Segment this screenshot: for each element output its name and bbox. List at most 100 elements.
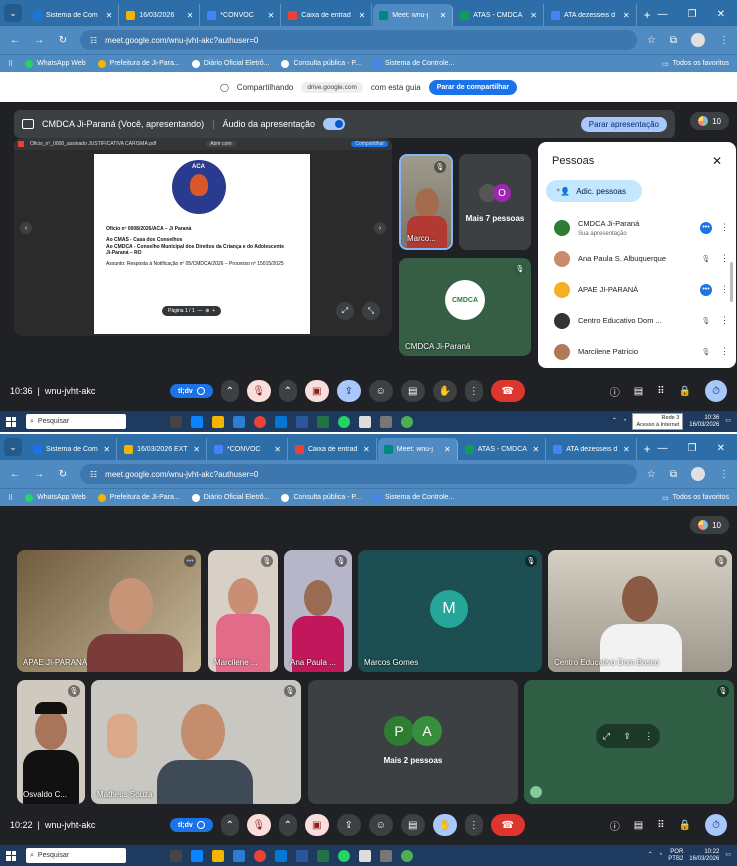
- chrome-icon[interactable]: [254, 415, 266, 428]
- browser-tab[interactable]: 16/03/2026 EXT ✕: [118, 438, 207, 460]
- minimize-icon[interactable]: —: [658, 443, 668, 454]
- tab-search-button[interactable]: ⌄: [4, 438, 22, 456]
- apps-icon[interactable]: ⠿: [8, 60, 13, 68]
- add-people-button[interactable]: ⁺👤 Adic. pessoas: [546, 180, 642, 202]
- chrome-icon[interactable]: [401, 849, 413, 862]
- unpin-icon[interactable]: ⤢: [336, 302, 354, 320]
- stop-presenting-button[interactable]: Parar apresentação: [580, 116, 667, 132]
- excel-icon[interactable]: [317, 849, 329, 862]
- participant-counter[interactable]: 10: [690, 516, 729, 534]
- maximize-icon[interactable]: ❐: [688, 9, 697, 20]
- close-icon[interactable]: ✕: [274, 445, 281, 454]
- reload-icon[interactable]: ↻: [56, 469, 70, 480]
- people-row[interactable]: CMDCA Ji-Paraná Sua apresentação ••• ⋮: [538, 212, 736, 243]
- raise-hand-icon[interactable]: ✋: [432, 814, 457, 836]
- bookmark-star-icon[interactable]: ☆: [647, 35, 656, 46]
- emoji-icon[interactable]: ☺: [368, 814, 393, 836]
- bookmark-item[interactable]: Diário Oficial Eletrô...: [191, 493, 269, 502]
- present-button[interactable]: ⇪: [336, 814, 361, 836]
- participant-tile-marcos[interactable]: M 🎙 Marcos Gomes: [358, 550, 542, 672]
- bookmark-item[interactable]: Diário Oficial Eletrô...: [191, 59, 269, 68]
- browser-tab[interactable]: Caixa de entrad ✕: [289, 438, 377, 460]
- more-options-icon[interactable]: ⋮: [720, 284, 729, 295]
- self-view-tile[interactable]: ⤢ ⇪ ⋮ 🎙: [524, 680, 734, 804]
- profile-avatar[interactable]: [691, 33, 705, 47]
- activities-icon[interactable]: ⠿: [657, 386, 664, 397]
- host-controls-icon[interactable]: ⏱: [705, 380, 727, 402]
- open-with-button[interactable]: Abrir com: [206, 141, 236, 147]
- close-icon[interactable]: ✕: [533, 445, 540, 454]
- browser-tab[interactable]: 16/03/2026 ✕: [120, 4, 201, 26]
- task-view-icon[interactable]: [170, 849, 182, 862]
- close-icon[interactable]: ✕: [268, 11, 275, 20]
- network-icon[interactable]: ◔: [623, 418, 627, 425]
- close-icon[interactable]: ✕: [623, 11, 630, 20]
- volume-icon[interactable]: ◔: [659, 852, 663, 859]
- back-icon[interactable]: ←: [8, 469, 22, 480]
- participant-tile-centro[interactable]: 🎙 Centro Educativo Dom Bosco: [548, 550, 732, 672]
- bookmark-item[interactable]: Consulta pública - P...: [281, 493, 361, 502]
- windows-start-icon[interactable]: [6, 416, 16, 427]
- bookmark-item[interactable]: Sistema de Controle...: [373, 59, 454, 68]
- menu-icon[interactable]: ⋮: [719, 35, 729, 46]
- taskbar-search[interactable]: ⌕ Pesquisar: [26, 848, 126, 863]
- chat-icon[interactable]: ▤: [634, 386, 643, 397]
- reload-icon[interactable]: ↻: [56, 35, 70, 46]
- browser-tab[interactable]: ATA dezesseis d ✕: [547, 438, 637, 460]
- audio-options-icon[interactable]: ⌃: [220, 380, 239, 402]
- chrome-icon[interactable]: [401, 415, 413, 428]
- captions-icon[interactable]: ▤: [400, 380, 425, 402]
- participant-tile-marcilene[interactable]: 🎙 Marcilene ...: [208, 550, 278, 672]
- share-button[interactable]: Compartilhar: [351, 141, 388, 147]
- whatsapp-icon[interactable]: [338, 849, 350, 862]
- task-view-icon[interactable]: [170, 415, 182, 428]
- activities-icon[interactable]: ⠿: [657, 820, 664, 831]
- leave-call-button[interactable]: ☎: [490, 814, 525, 836]
- browser-tab[interactable]: ATAS - CMDCA ✕: [459, 438, 547, 460]
- tray-arrow-icon[interactable]: ⌃: [612, 418, 617, 425]
- new-tab-button[interactable]: +: [638, 442, 657, 456]
- bookmark-star-icon[interactable]: ☆: [647, 469, 656, 480]
- close-icon[interactable]: ✕: [623, 445, 630, 454]
- lock-icon[interactable]: 🔒: [679, 386, 691, 397]
- participant-tile-apae[interactable]: ••• APAE JI-PARANÁ: [17, 550, 201, 672]
- participant-tile-marco[interactable]: 🎙 Marco...: [399, 154, 453, 250]
- maximize-icon[interactable]: ❐: [688, 443, 697, 454]
- fullscreen-icon[interactable]: ⤢: [603, 731, 610, 742]
- app-icon[interactable]: [359, 415, 371, 428]
- captions-icon[interactable]: ▤: [400, 814, 425, 836]
- close-icon[interactable]: ✕: [440, 11, 447, 20]
- browser-tab[interactable]: Sistema de Com ✕: [27, 4, 120, 26]
- pin-icon[interactable]: ⇪: [623, 731, 631, 742]
- video-options-icon[interactable]: ⌃: [278, 814, 297, 836]
- leave-call-button[interactable]: ☎: [490, 380, 525, 402]
- tab-search-button[interactable]: ⌄: [4, 4, 22, 22]
- browser-tab-active[interactable]: Meet: wnu-j ✕: [377, 438, 458, 460]
- address-bar[interactable]: ☷ meet.google.com/wnu-jvht-akc?authuser=…: [80, 464, 637, 484]
- more-options-icon[interactable]: ⋮: [644, 731, 653, 742]
- browser-tab[interactable]: *CONVOC ✕: [201, 4, 282, 26]
- tldv-button[interactable]: tl;dv: [170, 384, 213, 398]
- edge-icon[interactable]: [191, 849, 203, 862]
- notification-icon[interactable]: ▭: [725, 418, 731, 425]
- bookmark-item[interactable]: WhatsApp Web: [25, 59, 86, 68]
- next-page-icon[interactable]: ›: [374, 222, 386, 234]
- profile-avatar[interactable]: [691, 467, 705, 481]
- extensions-icon[interactable]: ⧉: [670, 35, 677, 46]
- browser-tab[interactable]: *CONVOC ✕: [208, 438, 288, 460]
- close-icon[interactable]: ✕: [103, 445, 110, 454]
- participant-tile-anapaula[interactable]: 🎙 Ana Paula ...: [284, 550, 352, 672]
- bookmark-item[interactable]: Prefeitura de Ji-Para...: [97, 59, 180, 68]
- people-row[interactable]: Marcilene Patrício 🎙 ⋮: [538, 336, 736, 367]
- chrome-icon[interactable]: [254, 849, 266, 862]
- mic-off-button[interactable]: 🎙: [246, 380, 271, 402]
- more-options-icon[interactable]: ⋮: [720, 222, 729, 233]
- more-options-icon[interactable]: ⋮: [464, 380, 483, 402]
- excel-icon[interactable]: [317, 415, 329, 428]
- participant-tile-osvaldo[interactable]: 🎙 Osvaldo C...: [17, 680, 85, 804]
- tray-arrow-icon[interactable]: ⌃: [648, 852, 653, 859]
- shared-screen-tile[interactable]: Oficio_nº_0008_assinado JUSTIFICATIVA CA…: [14, 138, 392, 336]
- emoji-icon[interactable]: ☺: [368, 380, 393, 402]
- page-controls[interactable]: Página 1 / 1 — ⊕ +: [162, 306, 222, 316]
- bookmark-item[interactable]: WhatsApp Web: [25, 493, 86, 502]
